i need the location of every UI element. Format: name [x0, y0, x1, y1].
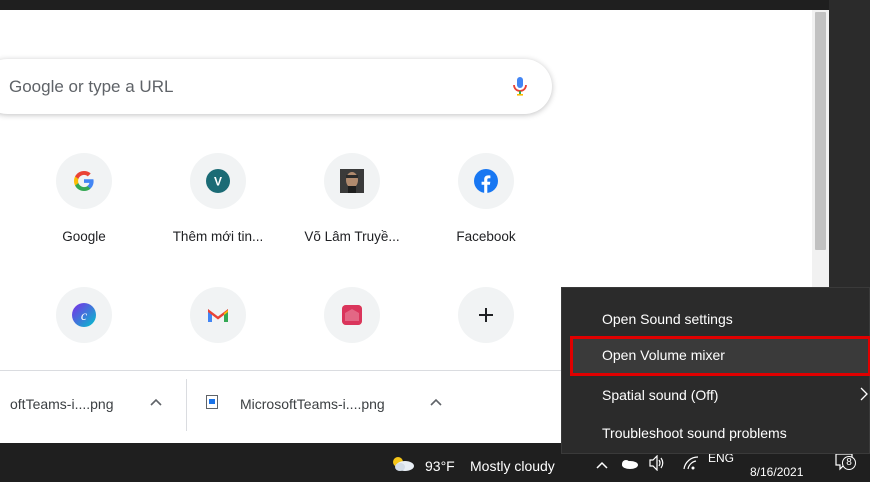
- chevron-up-icon[interactable]: [150, 398, 162, 406]
- chevron-up-icon[interactable]: [596, 461, 608, 469]
- shortcut-facebook[interactable]: Facebook: [430, 153, 542, 263]
- game-avatar-icon: [340, 169, 364, 193]
- shortcut-label: Facebook: [456, 229, 516, 244]
- cloud-sun-icon[interactable]: [390, 456, 416, 472]
- shortcut-icon-bg: [190, 287, 246, 343]
- shortcut-icon-bg: [324, 153, 380, 209]
- chevron-up-icon[interactable]: [430, 398, 442, 406]
- shortcut-vo-lam-truyen[interactable]: Võ Lâm Truyề...: [296, 153, 408, 263]
- lazada-icon: [342, 305, 362, 325]
- menu-item-label: Open Volume mixer: [602, 347, 725, 363]
- notification-count-badge: 8: [842, 456, 856, 470]
- chevron-right-icon: [860, 387, 868, 401]
- svg-text:V: V: [214, 175, 222, 189]
- taskbar-date[interactable]: 8/16/2021: [750, 465, 803, 479]
- shortcut-icon-bg: [56, 153, 112, 209]
- menu-item-open-sound-settings[interactable]: Open Sound settings: [562, 300, 870, 338]
- google-icon: [74, 171, 94, 191]
- shortcut-icon-bg: V: [190, 153, 246, 209]
- canva-icon: c: [72, 303, 96, 327]
- shortcut-google[interactable]: Google: [28, 153, 140, 263]
- search-placeholder: Google or type a URL: [9, 77, 174, 96]
- shortcut-label: Thêm mới tin...: [172, 229, 264, 244]
- microphone-icon[interactable]: [508, 74, 532, 98]
- search-box[interactable]: Google or type a URL: [0, 59, 552, 114]
- menu-item-label: Open Sound settings: [602, 311, 733, 327]
- menu-item-spatial-sound[interactable]: Spatial sound (Off): [562, 376, 870, 414]
- facebook-icon: [474, 169, 498, 193]
- shortcut-label: Võ Lâm Truyề...: [304, 229, 400, 244]
- add-shortcut-icon: [479, 308, 493, 322]
- shortcut-icon-bg: [324, 287, 380, 343]
- onedrive-cloud-icon[interactable]: [620, 459, 638, 469]
- speaker-icon[interactable]: [648, 455, 666, 471]
- download-filename: oftTeams-i....png: [10, 396, 114, 412]
- scrollbar-thumb[interactable]: [815, 12, 826, 250]
- menu-item-label: Spatial sound (Off): [602, 387, 719, 403]
- download-shelf: oftTeams-i....png MicrosoftTeams-i....pn…: [0, 370, 565, 440]
- wifi-icon[interactable]: [682, 455, 700, 471]
- gmail-icon: [208, 309, 228, 322]
- download-divider: [186, 379, 187, 431]
- menu-item-troubleshoot-sound[interactable]: Troubleshoot sound problems: [562, 414, 870, 452]
- image-file-icon: [206, 395, 218, 409]
- shortcut-icon-bg: [458, 153, 514, 209]
- shortcut-icon-bg: c: [56, 287, 112, 343]
- weather-temp[interactable]: 93°F: [425, 458, 455, 474]
- shortcut-icon-bg: [458, 287, 514, 343]
- weather-condition[interactable]: Mostly cloudy: [470, 458, 555, 474]
- menu-item-label: Troubleshoot sound problems: [602, 425, 787, 441]
- download-filename: MicrosoftTeams-i....png: [240, 396, 385, 412]
- svg-text:c: c: [81, 309, 88, 324]
- avatar-v-icon: V: [206, 169, 230, 193]
- shortcut-label: Google: [62, 229, 106, 244]
- sound-context-menu: Open Sound settings Open Volume mixer Sp…: [561, 287, 870, 454]
- menu-item-open-volume-mixer[interactable]: Open Volume mixer: [570, 336, 870, 376]
- notification-center[interactable]: 8: [834, 451, 856, 473]
- shortcut-them-moi-tin[interactable]: V Thêm mới tin...: [162, 153, 274, 263]
